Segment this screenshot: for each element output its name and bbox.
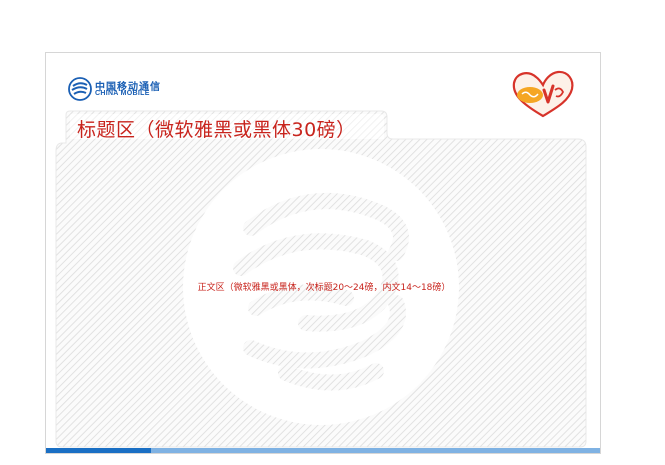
china-mobile-mark-icon: [68, 77, 92, 101]
china-mobile-logo: 中国移动通信 CHINA MOBILE: [68, 77, 168, 103]
body-area: 正文区（微软雅黑或黑体，次标题20～24磅，内文14～18磅）: [197, 283, 451, 293]
title-area: 标题区（微软雅黑或黑体30磅）: [77, 119, 356, 141]
brand-name-en: CHINA MOBILE: [95, 90, 150, 97]
slide: 中国移动通信 CHINA MOBILE 标题区（微软雅黑或黑体30磅） 正文区（…: [45, 52, 601, 454]
bottom-bar-accent: [151, 448, 600, 453]
heart-logo-icon: [512, 70, 574, 118]
